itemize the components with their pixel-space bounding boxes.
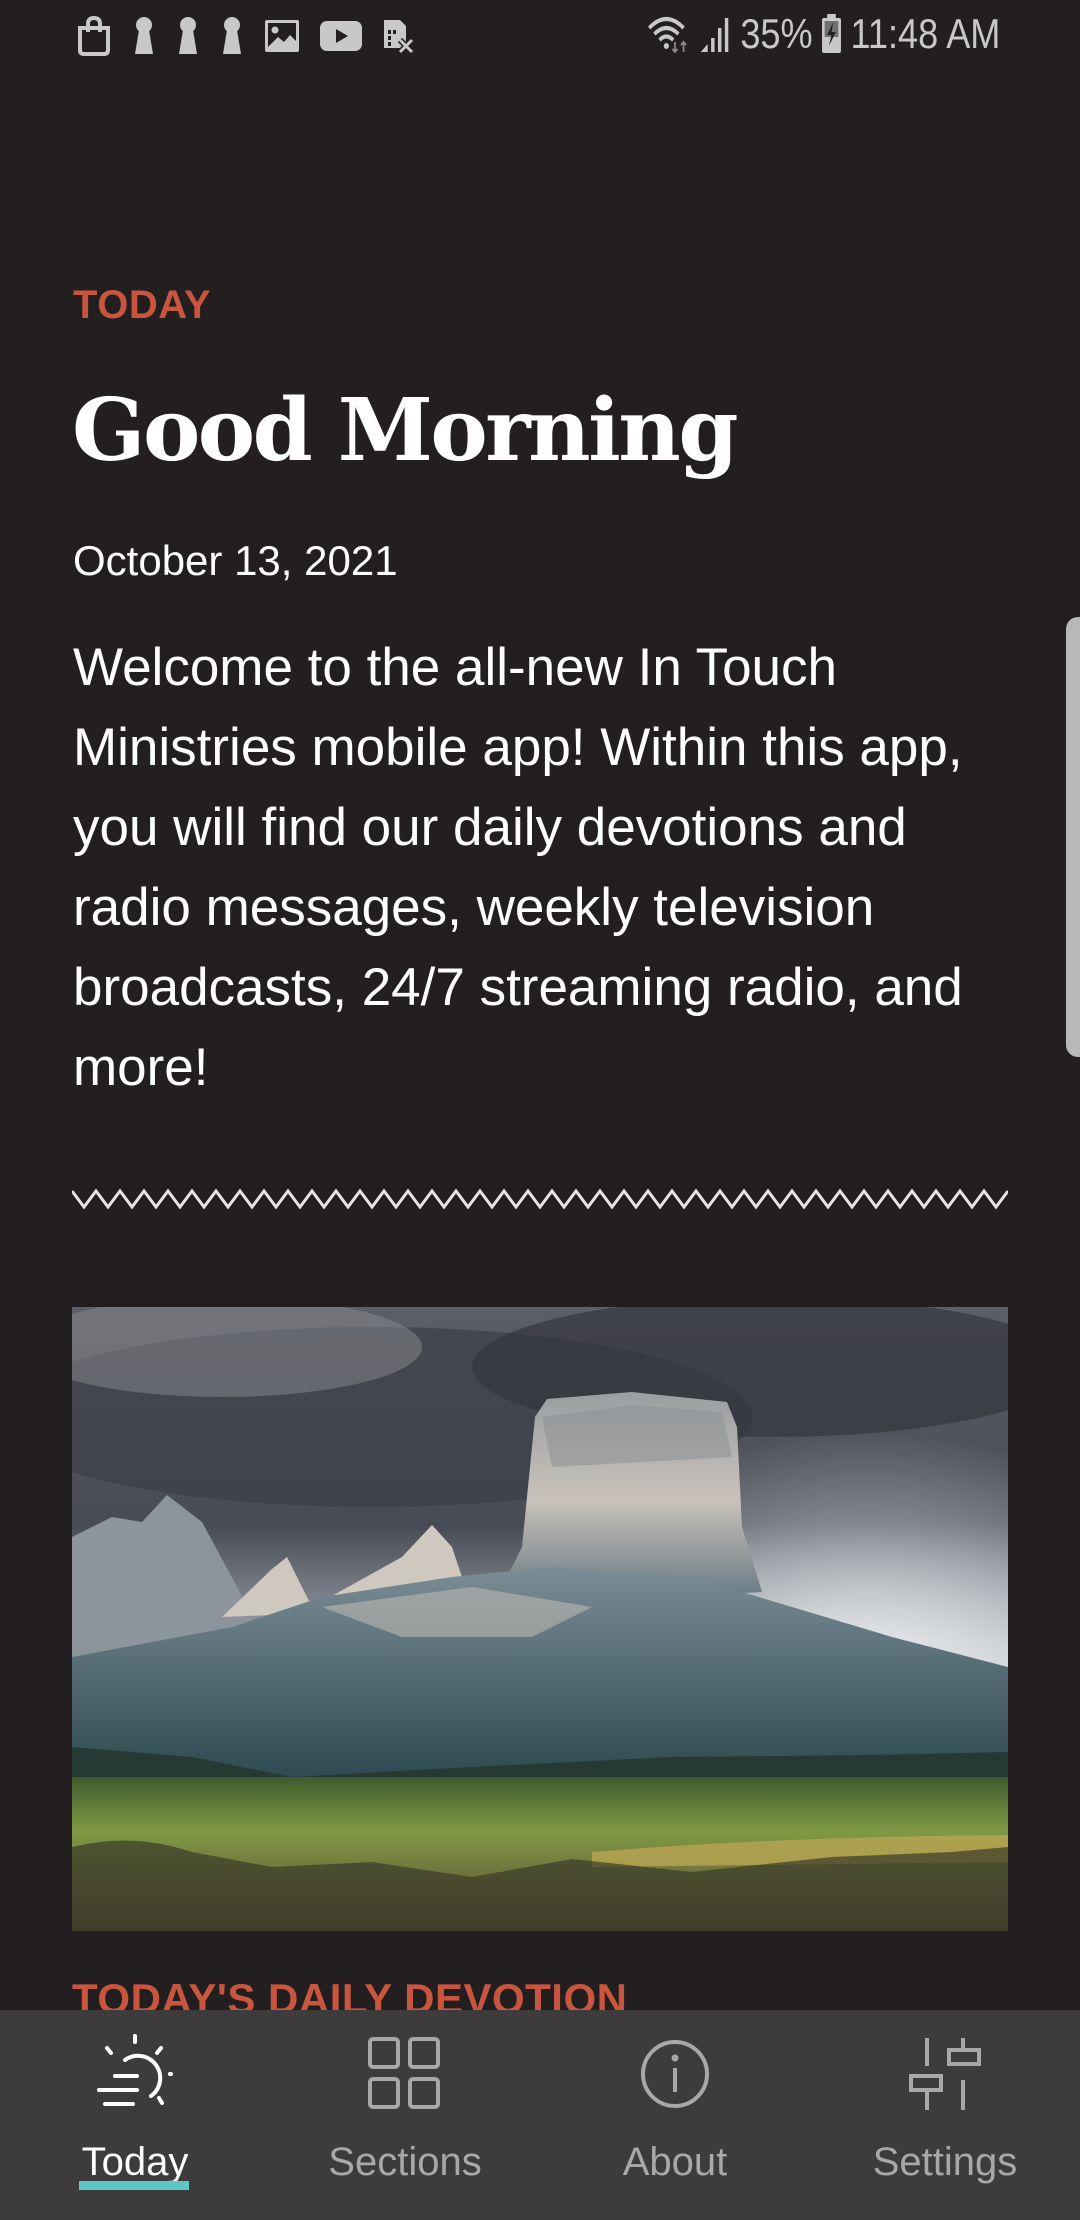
notification-icons — [76, 16, 414, 56]
image-icon — [265, 20, 299, 52]
battery-percent: 35% — [739, 10, 813, 57]
nav-label-about: About — [622, 2140, 728, 2184]
keyhole-icon — [135, 17, 153, 54]
hero-image[interactable] — [72, 1307, 1008, 1931]
info-icon — [641, 2040, 709, 2108]
current-date: October 13, 2021 — [73, 537, 398, 584]
battery-charging-icon — [821, 14, 841, 53]
mountain-landscape-photo — [72, 1307, 1008, 1931]
keyhole-icon — [223, 17, 241, 54]
section-eyebrow: TODAY — [73, 283, 212, 327]
zigzag-divider — [72, 1188, 1008, 1210]
wifi-icon — [647, 17, 687, 54]
no-sim-icon — [384, 20, 414, 54]
nav-item-settings[interactable]: Settings — [810, 2010, 1080, 2220]
nav-label-today: Today — [81, 2140, 189, 2184]
sun-horizon-icon — [97, 2034, 173, 2106]
sliders-icon — [909, 2038, 981, 2110]
shopping-bag-icon — [78, 16, 110, 56]
welcome-text: Welcome to the all-new In Touch Ministri… — [73, 638, 963, 1097]
nav-label-sections: Sections — [328, 2140, 482, 2184]
page-title: Good Morning — [72, 380, 738, 481]
keyhole-icon — [179, 17, 197, 54]
nav-item-about[interactable]: About — [540, 2010, 810, 2220]
youtube-icon — [320, 21, 362, 51]
clock: 11:48 AM — [850, 10, 1000, 57]
active-tab-indicator — [79, 2181, 189, 2190]
grid-icon — [368, 2037, 440, 2109]
status-bar: 35% 11:48 AM — [0, 0, 1080, 75]
signal-icon — [700, 18, 728, 52]
nav-label-settings: Settings — [872, 2140, 1018, 2184]
scrollbar-thumb[interactable] — [1066, 617, 1080, 1057]
system-status: 35% 11:48 AM — [645, 10, 1000, 58]
nav-item-sections[interactable]: Sections — [270, 2010, 540, 2220]
